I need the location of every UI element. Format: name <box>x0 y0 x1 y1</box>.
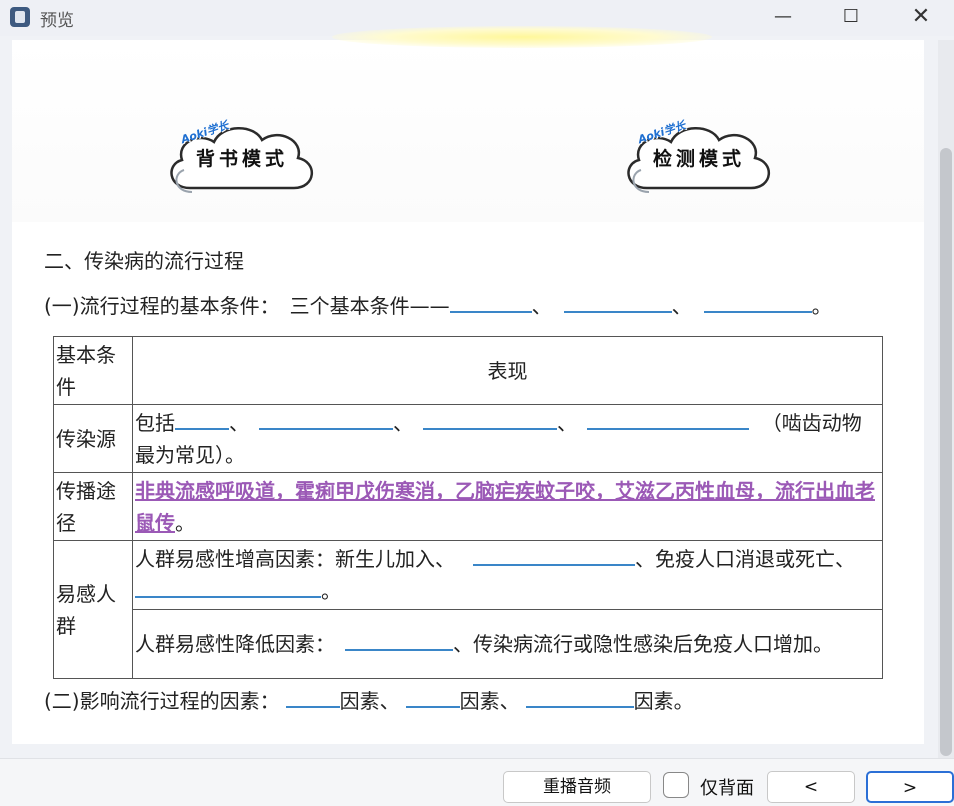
blank-input[interactable] <box>285 688 340 708</box>
blank-input[interactable] <box>423 410 557 430</box>
vertical-scrollbar[interactable] <box>938 40 954 758</box>
blank-input[interactable] <box>345 631 453 651</box>
factor-label: 因素。 <box>633 689 694 713</box>
content-card: Aoki学长 背书模式 Aoki学长 检测模式 二、传染病的流行过程 (一)流行… <box>12 26 924 744</box>
separator: 、 <box>531 294 552 318</box>
next-button[interactable]: > <box>866 771 954 803</box>
influencing-factors-line: (二)影响流行过程的因素： 因素、 因素、 因素。 <box>44 685 694 714</box>
basic-conditions-line: (一)流行过程的基本条件： 三个基本条件—— 、 、 。 <box>44 290 832 319</box>
test-mode-button[interactable]: Aoki学长 检测模式 <box>619 118 779 200</box>
blank-input[interactable] <box>259 410 393 430</box>
separator: 、 <box>557 410 577 435</box>
row-label-source: 传染源 <box>53 404 133 473</box>
blank-input[interactable] <box>525 688 634 708</box>
blank-input[interactable] <box>175 410 229 430</box>
close-button[interactable]: ✕ <box>904 4 938 30</box>
banner-area <box>12 40 924 222</box>
bottom-toolbar: 重播音频 仅背面 < > <box>0 758 954 806</box>
replay-audio-button[interactable]: 重播音频 <box>503 771 651 803</box>
blank-input[interactable] <box>587 410 749 430</box>
section-title: 二、传染病的流行过程 <box>44 249 244 273</box>
prev-button[interactable]: < <box>767 771 855 803</box>
blank-input[interactable] <box>703 293 812 313</box>
blank-input[interactable] <box>449 293 532 313</box>
row-content-route: 非典流感呼吸道，霍痢甲戊伤寒消，乙脑疟疾蚊子咬，艾滋乙丙性血母，流行出血老鼠传。 <box>132 472 883 541</box>
table-header-label: 基本条件 <box>53 336 133 405</box>
blank-input[interactable] <box>473 546 635 566</box>
app-icon <box>10 7 30 27</box>
row-content-decrease: 人群易感性降低因素： 、传染病流行或隐性感染后免疫人口增加。 <box>132 609 883 679</box>
mnemonic-text: 非典流感呼吸道，霍痢甲戊伤寒消，乙脑疟疾蚊子咬，艾滋乙丙性血母，流行出血老鼠传 <box>135 478 875 535</box>
separator: 、 <box>393 410 413 435</box>
blank-input[interactable] <box>563 293 672 313</box>
separator: 、 <box>671 294 692 318</box>
test-mode-label: 检测模式 <box>652 148 745 170</box>
period: 。 <box>811 294 832 318</box>
blank-input[interactable] <box>135 578 321 598</box>
period: 。 <box>175 510 195 535</box>
basic-conditions-text: (一)流行过程的基本条件： 三个基本条件—— <box>44 294 450 318</box>
factors-text: (二)影响流行过程的因素： <box>44 689 280 713</box>
row-label-susceptible: 易感人群 <box>53 540 133 679</box>
maximize-button[interactable]: ☐ <box>834 4 868 30</box>
minimize-button[interactable]: — <box>766 4 800 30</box>
row-label-route: 传播途径 <box>53 472 133 541</box>
blank-input[interactable] <box>405 688 460 708</box>
banner-glow <box>332 26 712 48</box>
row-text: 、免疫人口消退或死亡、 <box>635 547 855 571</box>
conditions-table: 基本条件 表现 传染源 包括、、、 （啮齿动物最为常见）。 传播途径 非典流感呼… <box>53 336 883 679</box>
recite-mode-button[interactable]: Aoki学长 背书模式 <box>162 118 322 200</box>
recite-mode-label: 背书模式 <box>195 148 288 170</box>
row-text: 人群易感性降低因素： <box>135 632 335 656</box>
separator: 、 <box>229 410 249 435</box>
row-text: 、传染病流行或隐性感染后免疫人口增加。 <box>453 632 833 656</box>
period: 。 <box>321 579 341 603</box>
table-header-content: 表现 <box>132 336 883 405</box>
row-text: 人群易感性增高因素：新生儿加入、 <box>135 547 455 571</box>
row-content-source: 包括、、、 （啮齿动物最为常见）。 <box>132 404 883 473</box>
scroll-thumb[interactable] <box>940 148 952 756</box>
window-title: 预览 <box>40 11 74 31</box>
row-content-increase: 人群易感性增高因素：新生儿加入、 、免疫人口消退或死亡、。 <box>132 540 883 610</box>
back-only-label: 仅背面 <box>700 778 754 799</box>
factor-label: 因素、 <box>339 689 400 713</box>
factor-label: 因素、 <box>459 689 520 713</box>
back-only-checkbox[interactable] <box>663 772 689 798</box>
row-text: 包括 <box>135 410 175 435</box>
